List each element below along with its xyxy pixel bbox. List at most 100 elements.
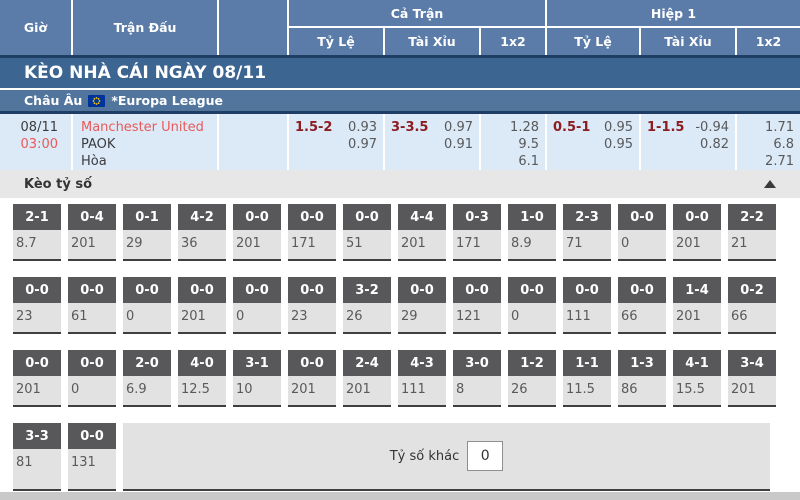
- half-1x2-draw[interactable]: 2.71: [737, 153, 794, 170]
- score-badge[interactable]: 0-0: [68, 277, 116, 303]
- score-badge[interactable]: 0-1: [123, 204, 171, 230]
- score-cell[interactable]: 0-4201: [68, 204, 116, 261]
- score-badge[interactable]: 1-2: [508, 350, 556, 376]
- score-badge[interactable]: 0-0: [178, 277, 226, 303]
- score-cell[interactable]: 3-226: [343, 277, 391, 334]
- league-name[interactable]: *Europa League: [111, 93, 223, 108]
- score-badge[interactable]: 0-4: [68, 204, 116, 230]
- score-badge[interactable]: 0-0: [13, 277, 61, 303]
- score-cell[interactable]: 0-0201: [673, 204, 721, 261]
- score-cell[interactable]: 0-051: [343, 204, 391, 261]
- full-handicap-odd-home[interactable]: 0.93: [348, 119, 377, 136]
- score-badge[interactable]: 2-0: [123, 350, 171, 376]
- half-over-odd[interactable]: -0.94: [695, 119, 729, 136]
- score-cell[interactable]: 0-00: [68, 350, 116, 407]
- score-cell[interactable]: 0-0201: [178, 277, 226, 334]
- score-cell[interactable]: 0-266: [728, 277, 776, 334]
- score-cell[interactable]: 1-386: [618, 350, 666, 407]
- score-badge[interactable]: 0-2: [728, 277, 776, 303]
- score-badge[interactable]: 0-0: [453, 277, 501, 303]
- score-badge[interactable]: 3-2: [343, 277, 391, 303]
- score-cell[interactable]: 0-0111: [563, 277, 611, 334]
- score-cell[interactable]: 4-115.5: [673, 350, 721, 407]
- score-badge[interactable]: 0-0: [398, 277, 446, 303]
- score-cell[interactable]: 3-110: [233, 350, 281, 407]
- score-badge[interactable]: 4-3: [398, 350, 446, 376]
- full-1x2-home[interactable]: 1.28: [481, 119, 539, 136]
- score-badge[interactable]: 1-4: [673, 277, 721, 303]
- half-1x2-away[interactable]: 6.8: [737, 136, 794, 153]
- half-handicap-odd-home[interactable]: 0.95: [604, 119, 633, 136]
- score-badge[interactable]: 0-0: [618, 277, 666, 303]
- score-cell[interactable]: 4-4201: [398, 204, 446, 261]
- score-cell[interactable]: 2-4201: [343, 350, 391, 407]
- score-badge[interactable]: 2-4: [343, 350, 391, 376]
- score-badge[interactable]: 2-2: [728, 204, 776, 230]
- score-cell[interactable]: 3-381: [13, 423, 61, 491]
- score-cell[interactable]: 0-0121: [453, 277, 501, 334]
- score-cell[interactable]: 0-0171: [288, 204, 336, 261]
- score-cell[interactable]: 0-0201: [233, 204, 281, 261]
- score-badge[interactable]: 0-0: [68, 423, 116, 449]
- score-badge[interactable]: 1-3: [618, 350, 666, 376]
- score-badge[interactable]: 3-0: [453, 350, 501, 376]
- score-badge[interactable]: 0-0: [68, 350, 116, 376]
- score-badge[interactable]: 0-3: [453, 204, 501, 230]
- score-cell[interactable]: 0-029: [398, 277, 446, 334]
- other-score-input[interactable]: [467, 441, 503, 471]
- score-cell[interactable]: 4-012.5: [178, 350, 226, 407]
- score-badge[interactable]: 0-0: [563, 277, 611, 303]
- score-cell[interactable]: 4-236: [178, 204, 226, 261]
- half-under-odd[interactable]: 0.82: [695, 136, 729, 153]
- score-cell[interactable]: 2-18.7: [13, 204, 61, 261]
- score-cell[interactable]: 0-00: [618, 204, 666, 261]
- score-badge[interactable]: 0-0: [288, 350, 336, 376]
- score-badge[interactable]: 1-0: [508, 204, 556, 230]
- score-cell[interactable]: 2-221: [728, 204, 776, 261]
- score-badge[interactable]: 0-0: [673, 204, 721, 230]
- score-badge[interactable]: 0-0: [618, 204, 666, 230]
- score-badge[interactable]: 4-0: [178, 350, 226, 376]
- score-badge[interactable]: 3-3: [13, 423, 61, 449]
- score-badge[interactable]: 2-1: [13, 204, 61, 230]
- score-cell[interactable]: 0-023: [288, 277, 336, 334]
- score-badge[interactable]: 0-0: [288, 204, 336, 230]
- score-cell[interactable]: 1-08.9: [508, 204, 556, 261]
- full-1x2-away[interactable]: 9.5: [481, 136, 539, 153]
- full-handicap-odd-away[interactable]: 0.97: [348, 136, 377, 153]
- score-cell[interactable]: 0-00: [233, 277, 281, 334]
- score-cell[interactable]: 0-066: [618, 277, 666, 334]
- score-cell[interactable]: 0-129: [123, 204, 171, 261]
- half-handicap-odd-away[interactable]: 0.95: [604, 136, 633, 153]
- score-badge[interactable]: 3-1: [233, 350, 281, 376]
- half-1x2-home[interactable]: 1.71: [737, 119, 794, 136]
- score-badge[interactable]: 0-0: [123, 277, 171, 303]
- score-cell[interactable]: 0-00: [123, 277, 171, 334]
- score-cell[interactable]: 3-4201: [728, 350, 776, 407]
- score-section-bar[interactable]: Kèo tỷ số: [0, 170, 800, 198]
- full-over-odd[interactable]: 0.97: [444, 119, 473, 136]
- score-badge[interactable]: 0-0: [508, 277, 556, 303]
- score-cell[interactable]: 1-111.5: [563, 350, 611, 407]
- score-cell[interactable]: 2-06.9: [123, 350, 171, 407]
- score-cell[interactable]: 3-08: [453, 350, 501, 407]
- score-badge[interactable]: 3-4: [728, 350, 776, 376]
- score-badge[interactable]: 0-0: [13, 350, 61, 376]
- score-cell[interactable]: 0-3171: [453, 204, 501, 261]
- score-cell[interactable]: 0-0201: [288, 350, 336, 407]
- score-badge[interactable]: 1-1: [563, 350, 611, 376]
- full-1x2-draw[interactable]: 6.1: [481, 153, 539, 170]
- score-cell[interactable]: 1-4201: [673, 277, 721, 334]
- score-badge[interactable]: 4-1: [673, 350, 721, 376]
- score-cell[interactable]: 2-371: [563, 204, 611, 261]
- score-cell[interactable]: 0-0201: [13, 350, 61, 407]
- score-badge[interactable]: 0-0: [288, 277, 336, 303]
- score-badge[interactable]: 4-2: [178, 204, 226, 230]
- score-cell[interactable]: 0-023: [13, 277, 61, 334]
- score-badge[interactable]: 0-0: [233, 277, 281, 303]
- score-cell[interactable]: 4-3111: [398, 350, 446, 407]
- score-cell[interactable]: 1-226: [508, 350, 556, 407]
- score-badge[interactable]: 4-4: [398, 204, 446, 230]
- score-badge[interactable]: 2-3: [563, 204, 611, 230]
- score-cell[interactable]: 0-00: [508, 277, 556, 334]
